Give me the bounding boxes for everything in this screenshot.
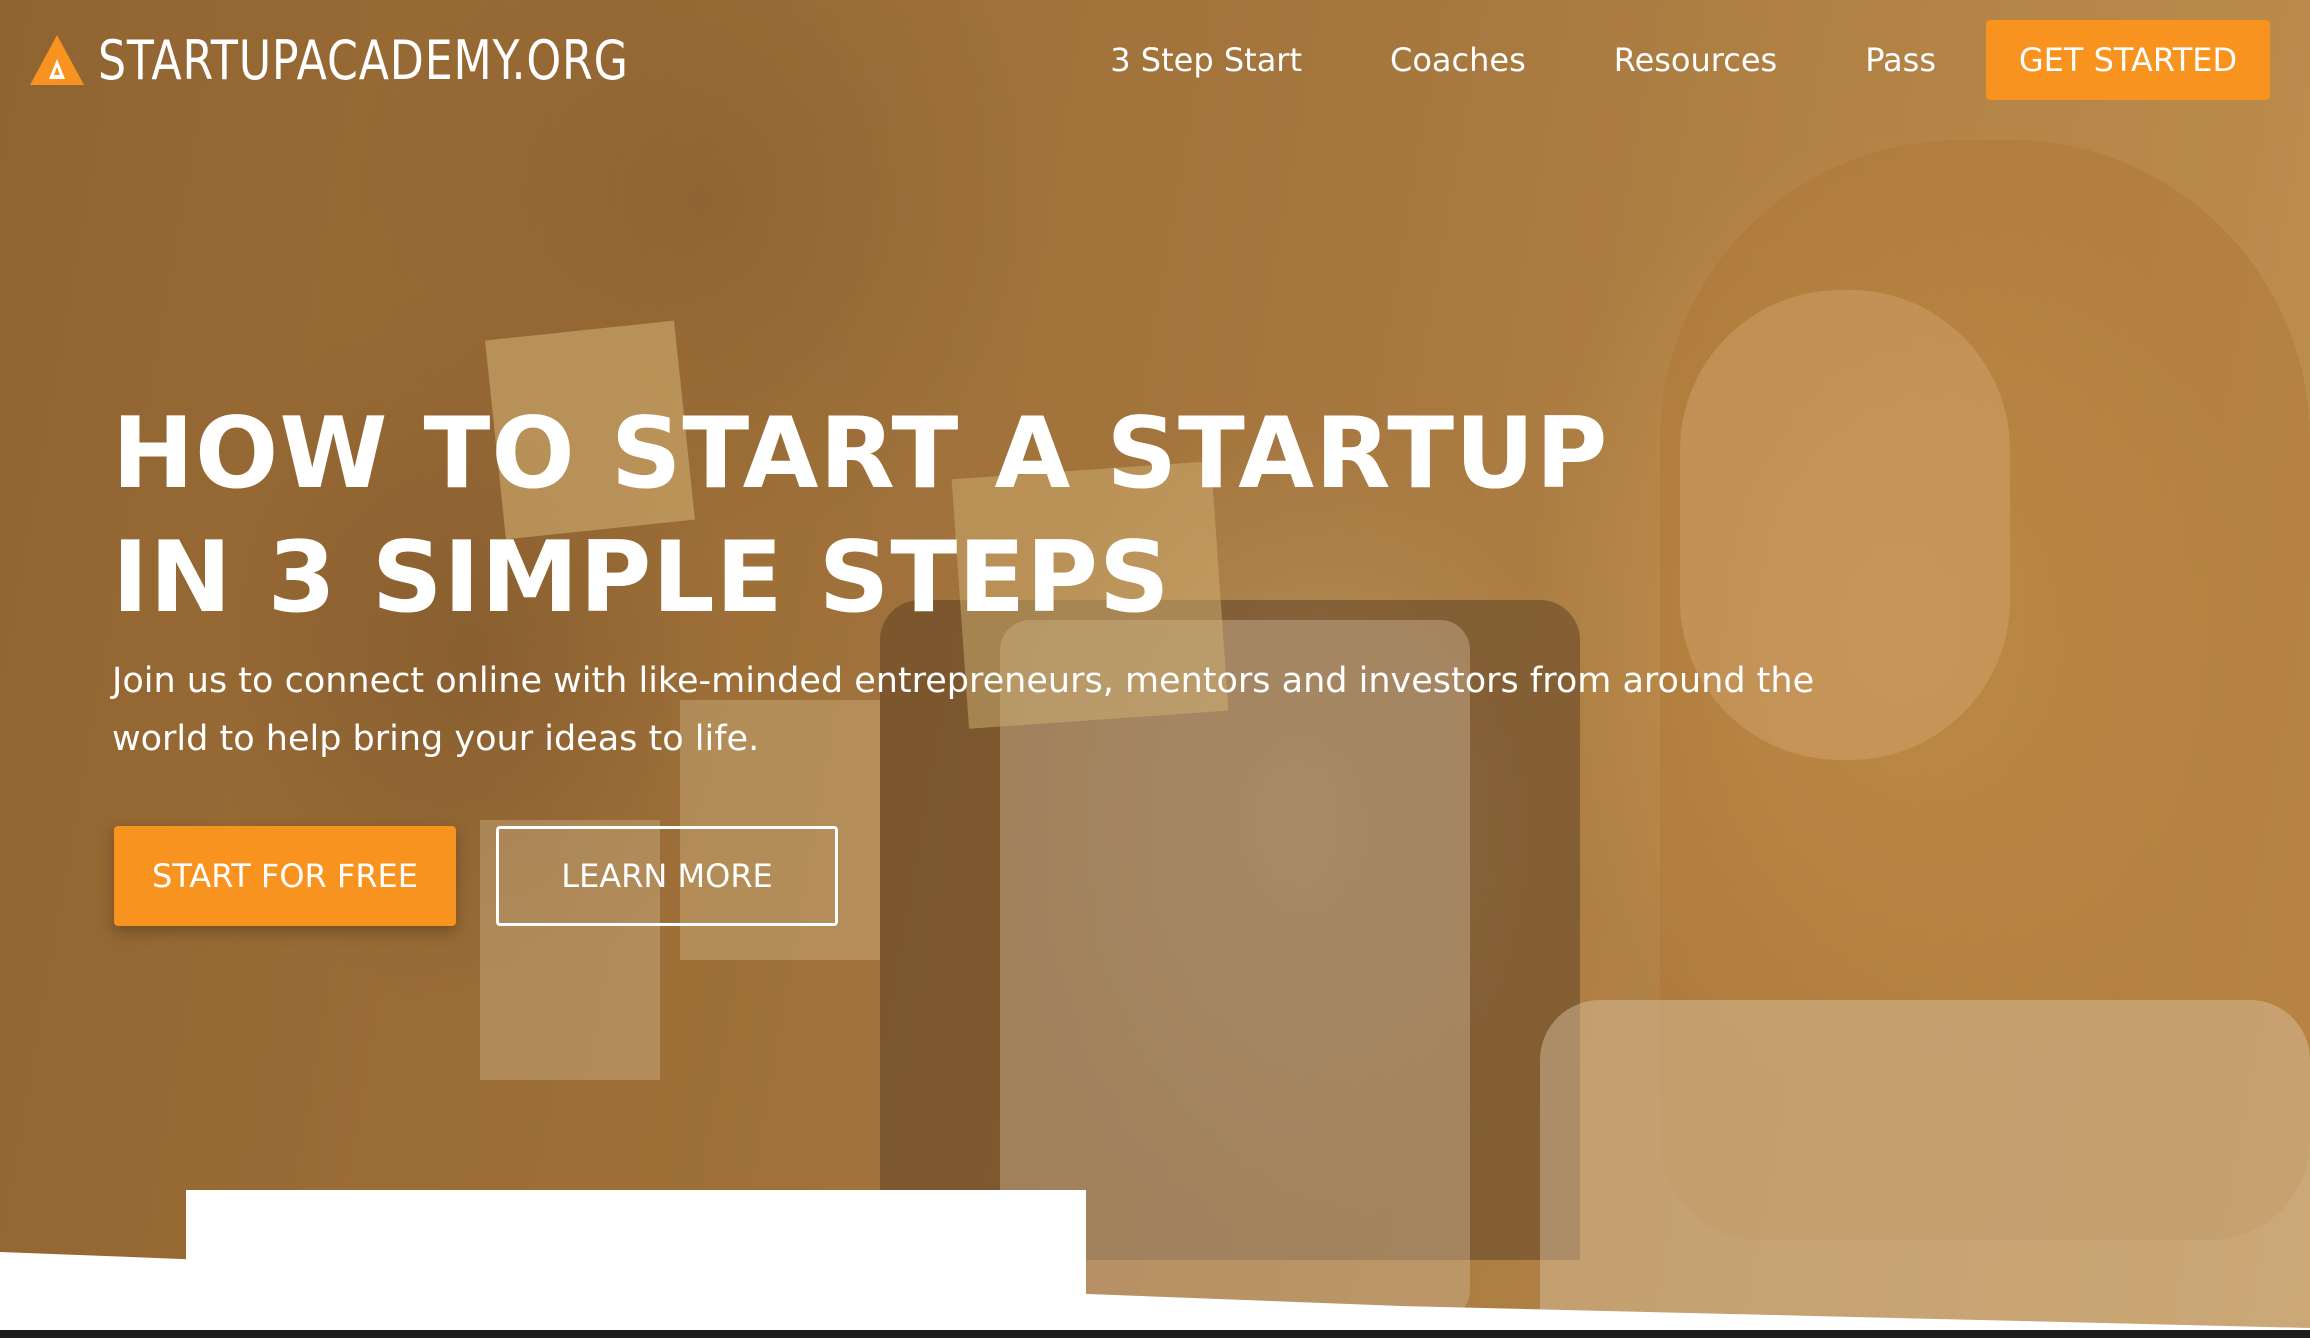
landing-page: STARTUPACADEMY.ORG 3 Step Start Coaches …: [0, 0, 2310, 1338]
start-for-free-button[interactable]: START FOR FREE: [114, 826, 456, 926]
nav-link-resources[interactable]: Resources: [1614, 41, 1777, 79]
hero-subtext: Join us to connect online with like-mind…: [112, 661, 1815, 759]
triangle-a-logo-icon: [28, 31, 86, 89]
nav-link-pass[interactable]: Pass: [1865, 41, 1936, 79]
hero-headline: HOW TO START A STARTUP IN 3 SIMPLE STEPS: [112, 392, 1608, 640]
site-logo[interactable]: STARTUPACADEMY.ORG: [28, 28, 745, 92]
page-bottom-edge: [0, 1330, 2310, 1338]
hero-headline-line: IN 3 SIMPLE STEPS: [112, 521, 1171, 635]
nav-link-3-step-start[interactable]: 3 Step Start: [1110, 41, 1302, 79]
hero-headline-line: HOW TO START A STARTUP: [112, 397, 1609, 511]
get-started-button[interactable]: GET STARTED: [1986, 20, 2270, 100]
logo-wordmark: STARTUPACADEMY.ORG: [98, 28, 629, 92]
learn-more-button[interactable]: LEARN MORE: [496, 826, 838, 926]
content-card: [186, 1190, 1086, 1338]
nav-link-coaches[interactable]: Coaches: [1390, 41, 1526, 79]
main-navigation: 3 Step Start Coaches Resources Pass GET …: [1110, 20, 2270, 100]
